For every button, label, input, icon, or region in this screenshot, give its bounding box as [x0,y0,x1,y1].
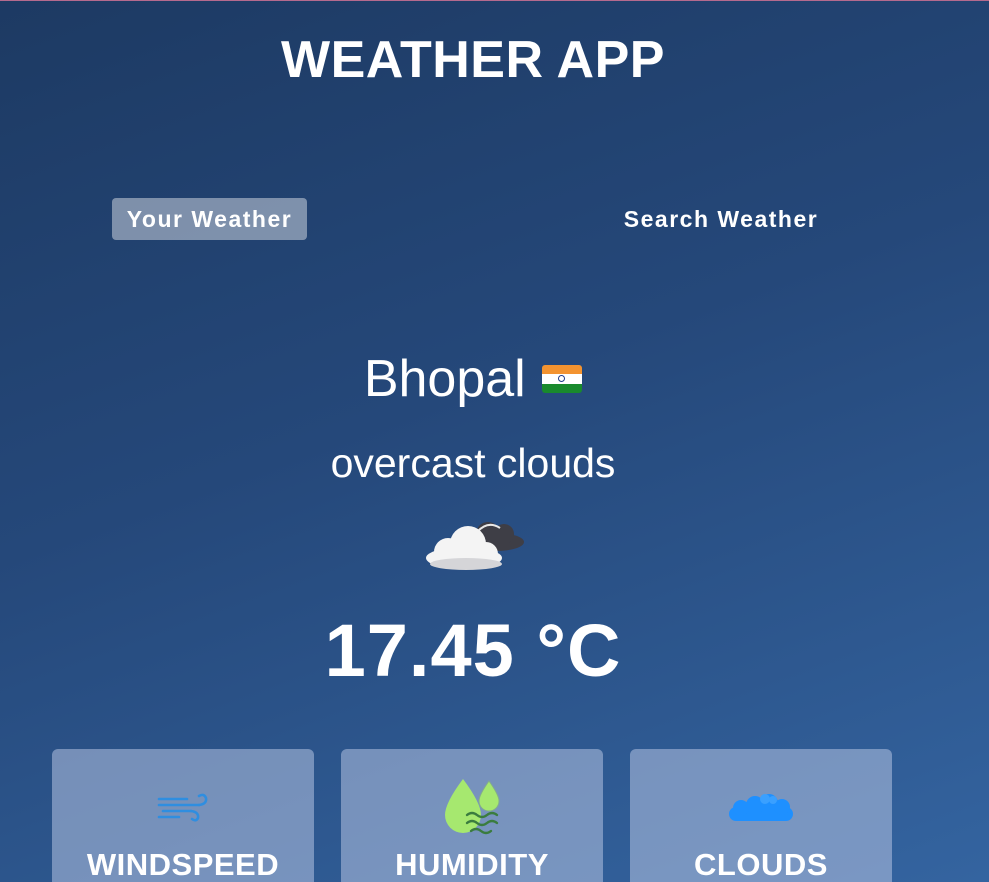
city-name: Bhopal [363,350,526,408]
humidity-label: HUMIDITY [395,847,549,882]
humidity-card: HUMIDITY [341,749,603,882]
temperature-value: 17.45 °C [324,609,622,692]
city-row: Bhopal [0,344,946,414]
india-flag-icon [542,365,583,393]
top-accent-line [0,0,989,1]
clouds-icon [729,794,793,821]
tab-your-weather[interactable]: Your Weather [112,198,307,240]
clouds-label: CLOUDS [694,847,828,882]
app-title: WEATHER APP [281,31,665,89]
overcast-clouds-icon [426,522,524,570]
windspeed-label: WINDSPEED [86,847,280,882]
weather-description: overcast clouds [330,440,616,486]
windspeed-card: WINDSPEED [52,749,314,882]
tab-search-weather[interactable]: Search Weather [610,198,832,240]
humidity-drops-icon [445,779,500,835]
wind-icon [157,793,208,822]
clouds-card: CLOUDS [630,749,892,882]
